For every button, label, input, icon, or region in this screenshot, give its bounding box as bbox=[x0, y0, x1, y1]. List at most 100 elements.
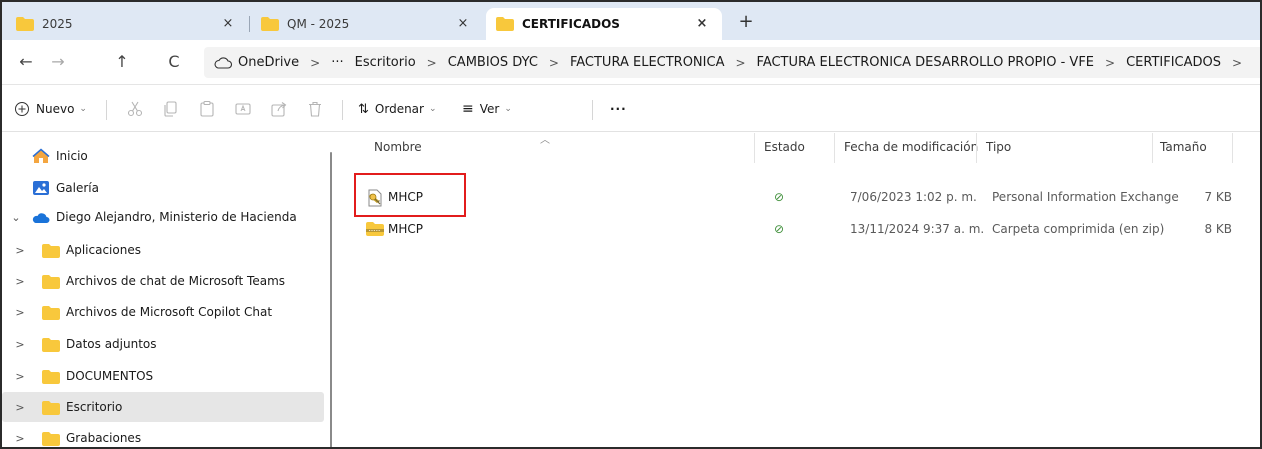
file-row[interactable]: MHCP ⊘ 7/06/2023 1:02 p. m. Personal Inf… bbox=[342, 187, 1242, 209]
breadcrumb-separator: > bbox=[426, 55, 437, 70]
column-header-status[interactable]: Estado bbox=[764, 140, 805, 154]
new-tab-button[interactable]: + bbox=[735, 12, 757, 34]
view-button[interactable]: ≡ Ver ⌄ bbox=[462, 98, 512, 120]
refresh-button[interactable]: C bbox=[162, 50, 186, 74]
sort-arrows-icon: ⇅ bbox=[358, 101, 369, 117]
folder-icon bbox=[42, 244, 60, 258]
file-size: 7 KB bbox=[1204, 190, 1232, 204]
sync-status-icon: ⊘ bbox=[774, 222, 785, 236]
sidebar-item-grabaciones[interactable]: > Grabaciones bbox=[2, 423, 324, 447]
command-bar: Nuevo ⌄ ⇅ Ordenar ⌄ ≡ Ver ⌄ ··· bbox=[2, 86, 1260, 132]
folder-icon bbox=[16, 17, 34, 31]
sort-ascending-icon: ︿ bbox=[540, 135, 550, 146]
file-list: ︿ Nombre Estado Fecha de modificación Ti… bbox=[342, 133, 1260, 447]
close-icon[interactable]: × bbox=[694, 16, 710, 32]
zip-folder-icon bbox=[366, 222, 384, 236]
sidebar-item-escritorio[interactable]: > Escritorio bbox=[2, 392, 324, 422]
sidebar-item-galeria[interactable]: Galería bbox=[2, 173, 324, 203]
delete-icon[interactable] bbox=[306, 100, 324, 118]
back-button[interactable]: ← bbox=[14, 50, 38, 74]
cloud-outline-icon bbox=[214, 56, 232, 69]
breadcrumb-separator: > bbox=[735, 55, 746, 70]
tab-certificados[interactable]: CERTIFICADOS × bbox=[486, 8, 722, 40]
more-options-button[interactable]: ··· bbox=[610, 98, 627, 120]
column-header-type[interactable]: Tipo bbox=[986, 140, 1011, 154]
tab-2025[interactable]: 2025 × bbox=[6, 8, 248, 40]
chevron-down-icon[interactable]: ⌄ bbox=[10, 211, 22, 224]
sidebar-item-inicio[interactable]: Inicio bbox=[2, 141, 324, 171]
chevron-right-icon[interactable]: > bbox=[14, 275, 26, 288]
chevron-right-icon[interactable]: > bbox=[14, 401, 26, 414]
file-modified: 7/06/2023 1:02 p. m. bbox=[850, 190, 977, 204]
sidebar-item-teams-chat-files[interactable]: > Archivos de chat de Microsoft Teams bbox=[2, 266, 324, 296]
breadcrumb-separator: > bbox=[1232, 55, 1243, 70]
copy-icon[interactable] bbox=[162, 100, 180, 118]
share-icon[interactable] bbox=[270, 100, 288, 118]
sidebar-item-documentos[interactable]: > DOCUMENTOS bbox=[2, 361, 324, 391]
breadcrumb-factura-electronica-vfe[interactable]: FACTURA ELECTRONICA DESARROLLO PROPIO - … bbox=[757, 55, 1094, 70]
address-bar[interactable]: OneDrive > ··· Escritorio > CAMBIOS DYC … bbox=[204, 47, 1260, 78]
chevron-down-icon: ⌄ bbox=[428, 104, 437, 114]
chevron-right-icon[interactable]: > bbox=[14, 432, 26, 445]
close-icon[interactable]: × bbox=[455, 16, 471, 32]
paste-icon[interactable] bbox=[198, 100, 216, 118]
file-type: Personal Information Exchange bbox=[992, 190, 1179, 204]
command-separator bbox=[342, 100, 343, 120]
file-modified: 13/11/2024 9:37 a. m. bbox=[850, 222, 985, 236]
chevron-right-icon[interactable]: > bbox=[14, 338, 26, 351]
file-type: Carpeta comprimida (en zip) bbox=[992, 222, 1165, 236]
breadcrumb-cambios-dyc[interactable]: CAMBIOS DYC bbox=[448, 55, 538, 70]
navigation-bar: ← → ↑ C OneDrive > ··· Escritorio > CAMB… bbox=[2, 40, 1260, 85]
home-icon bbox=[32, 148, 50, 163]
folder-icon bbox=[42, 432, 60, 446]
column-header-size[interactable]: Tamaño bbox=[1160, 140, 1207, 154]
chevron-right-icon[interactable]: > bbox=[14, 306, 26, 319]
breadcrumb-escritorio[interactable]: Escritorio bbox=[355, 55, 416, 70]
folder-icon bbox=[42, 338, 60, 352]
column-divider[interactable] bbox=[1152, 133, 1153, 163]
close-icon[interactable]: × bbox=[220, 16, 236, 32]
sidebar-item-onedrive-account[interactable]: ⌄ Diego Alejandro, Ministerio de Haciend… bbox=[2, 202, 324, 232]
up-button[interactable]: ↑ bbox=[110, 50, 134, 74]
navigation-pane: Inicio Galería ⌄ Diego Alejandro, Minist… bbox=[2, 133, 332, 447]
breadcrumb-overflow[interactable]: ··· bbox=[331, 55, 343, 70]
chevron-right-icon[interactable]: > bbox=[14, 244, 26, 257]
sidebar-item-datos-adjuntos[interactable]: > Datos adjuntos bbox=[2, 329, 324, 359]
tab-strip: 2025 × QM - 2025 × CERTIFICADOS × + bbox=[2, 2, 1260, 40]
forward-button[interactable]: → bbox=[46, 50, 70, 74]
breadcrumb-factura-electronica[interactable]: FACTURA ELECTRONICA bbox=[570, 55, 725, 70]
column-header-modified[interactable]: Fecha de modificación bbox=[844, 140, 978, 154]
folder-icon bbox=[261, 17, 279, 31]
tab-label: 2025 bbox=[42, 17, 73, 31]
column-divider[interactable] bbox=[834, 133, 835, 163]
sync-status-icon: ⊘ bbox=[774, 190, 785, 204]
file-explorer-window: 2025 × QM - 2025 × CERTIFICADOS × + ← → … bbox=[0, 0, 1262, 449]
column-divider[interactable] bbox=[1232, 133, 1233, 163]
sidebar-scrollbar[interactable] bbox=[330, 152, 332, 447]
sort-button[interactable]: ⇅ Ordenar ⌄ bbox=[358, 98, 437, 120]
breadcrumb-separator: > bbox=[310, 55, 321, 70]
view-lines-icon: ≡ bbox=[462, 101, 474, 117]
new-button[interactable]: Nuevo ⌄ bbox=[14, 98, 87, 120]
column-header-name[interactable]: Nombre bbox=[374, 140, 422, 154]
plus-circle-icon bbox=[15, 102, 29, 116]
cut-icon[interactable] bbox=[126, 100, 144, 118]
tab-label: CERTIFICADOS bbox=[522, 17, 620, 31]
rename-icon[interactable] bbox=[234, 100, 252, 118]
gallery-icon bbox=[33, 181, 49, 195]
folder-icon bbox=[42, 275, 60, 289]
chevron-right-icon[interactable]: > bbox=[14, 370, 26, 383]
file-size: 8 KB bbox=[1204, 222, 1232, 236]
sidebar-item-copilot-chat-files[interactable]: > Archivos de Microsoft Copilot Chat bbox=[2, 297, 324, 327]
sidebar-item-aplicaciones[interactable]: > Aplicaciones bbox=[2, 235, 324, 265]
annotation-highlight-box bbox=[354, 173, 466, 217]
file-row[interactable]: MHCP ⊘ 13/11/2024 9:37 a. m. Carpeta com… bbox=[342, 219, 1242, 241]
tab-qm-2025[interactable]: QM - 2025 × bbox=[251, 8, 483, 40]
column-divider[interactable] bbox=[976, 133, 977, 163]
breadcrumb-certificados[interactable]: CERTIFICADOS bbox=[1126, 55, 1221, 70]
column-divider[interactable] bbox=[754, 133, 755, 163]
command-separator bbox=[592, 100, 593, 120]
command-separator bbox=[106, 100, 107, 120]
breadcrumb-onedrive[interactable]: OneDrive bbox=[214, 55, 299, 70]
folder-icon bbox=[42, 370, 60, 384]
